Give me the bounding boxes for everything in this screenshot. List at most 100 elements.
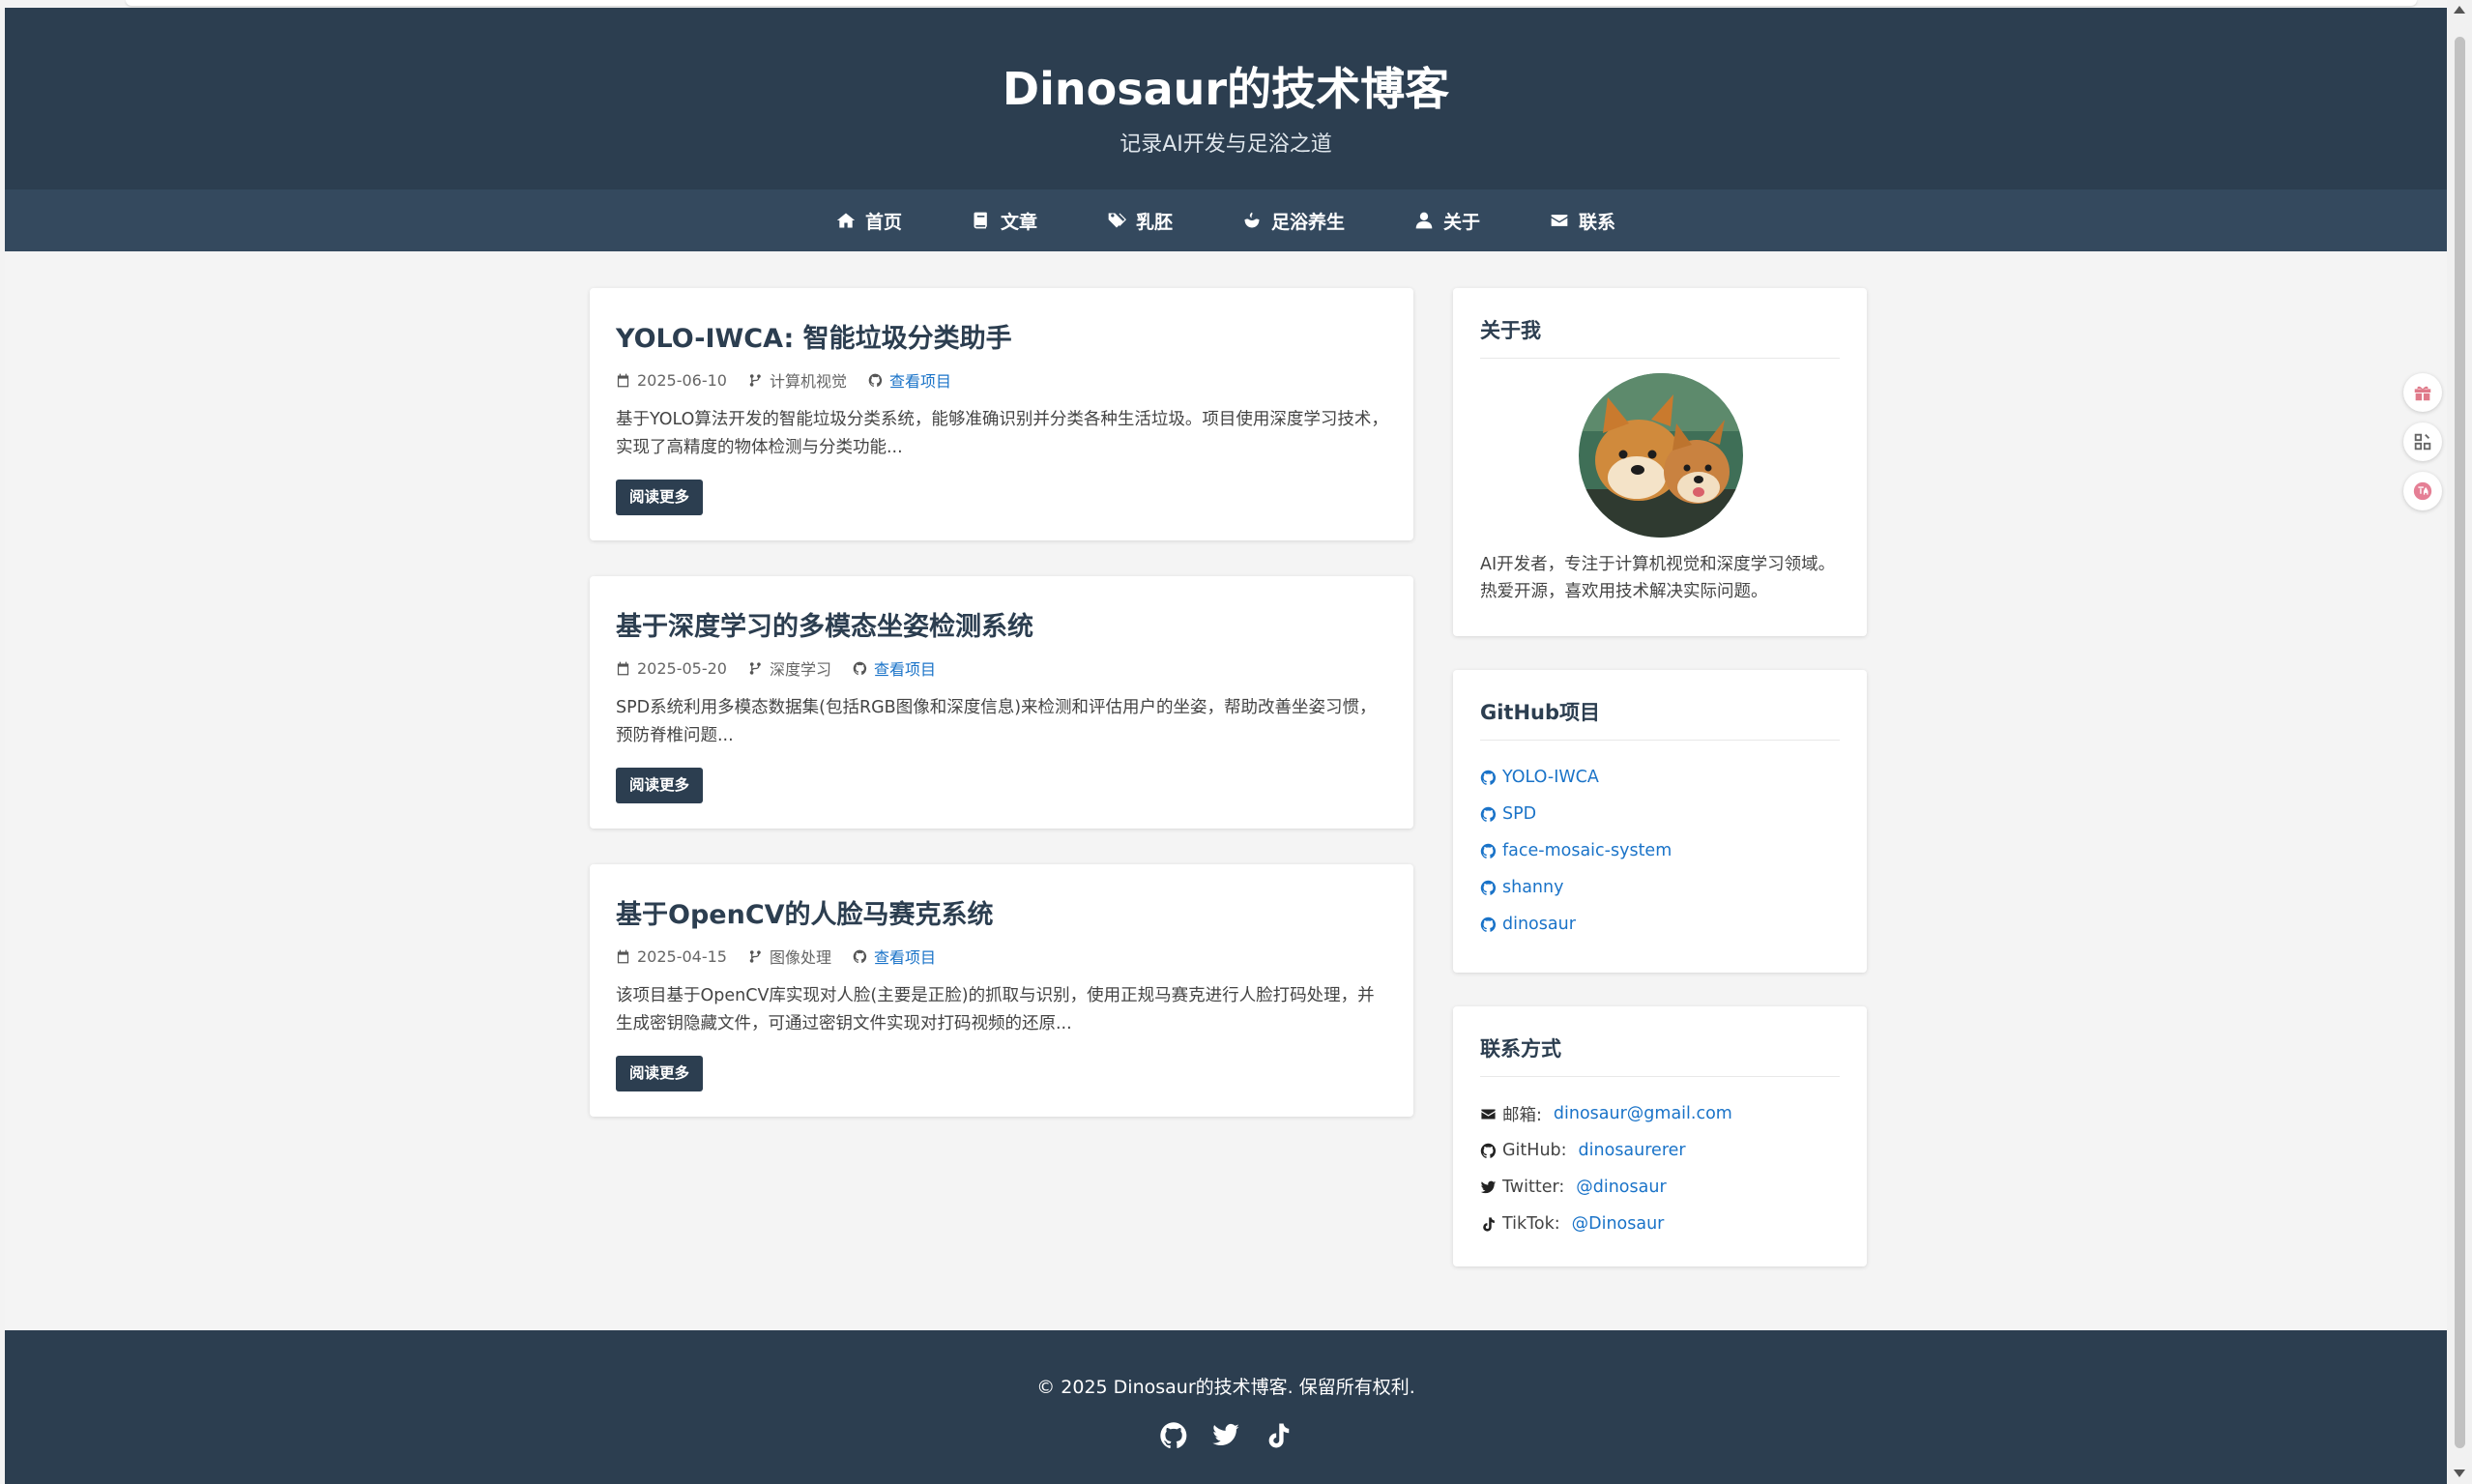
github-icon: [1480, 917, 1497, 932]
avatar: [1579, 373, 1743, 538]
foot-bath-icon: [1244, 212, 1260, 228]
github-icon: [1480, 770, 1497, 785]
post-title[interactable]: YOLO-IWCA: 智能垃圾分类助手: [616, 317, 1012, 355]
post-excerpt: 基于YOLO算法开发的智能垃圾分类系统，能够准确识别并分类各种生活垃圾。项目使用…: [616, 410, 1388, 457]
footer-social-links: [5, 1421, 2447, 1450]
nav-item-label: 乳胚: [1135, 211, 1173, 233]
code-branch-icon: [749, 661, 761, 675]
github-widget: GitHub项目 YOLO-IWCA SPD face-mosaic-syste…: [1453, 670, 1867, 973]
github-icon[interactable]: [1159, 1421, 1188, 1450]
nav-item-label: 关于: [1443, 211, 1481, 233]
scroll-up-arrow[interactable]: [2454, 6, 2465, 14]
gift-button[interactable]: [2403, 373, 2442, 412]
nav-item-label: 联系: [1579, 211, 1616, 233]
email-link[interactable]: dinosaur@gmail.com: [1554, 1104, 1732, 1123]
github-icon: [1480, 806, 1497, 822]
page: Dinosaur的技术博客 记录AI开发与足浴之道 首页 文章 乳胚 足浴养生 …: [5, 8, 2447, 1484]
nav-item-foot-bath[interactable]: 足浴养生: [1207, 208, 1380, 234]
nav-item-label: 首页: [864, 211, 902, 233]
site-subtitle: 记录AI开发与足浴之道: [1120, 132, 1332, 157]
about-text: AI开发者，专注于计算机视觉和深度学习领域。热爱开源，喜欢用技术解决实际问题。: [1480, 555, 1836, 601]
view-project-link[interactable]: 查看项目: [853, 656, 936, 680]
github-icon: [1480, 843, 1497, 858]
github-icon: [853, 949, 867, 963]
envelope-icon: [1551, 215, 1568, 226]
site-footer: © 2025 Dinosaur的技术博客. 保留所有权利.: [5, 1330, 2447, 1484]
read-more-button[interactable]: 阅读更多: [616, 480, 704, 515]
post-category: 计算机视觉: [748, 368, 847, 392]
github-project-link[interactable]: face-mosaic-system: [1480, 832, 1672, 869]
post-category: 图像处理: [748, 945, 831, 968]
calendar-icon: [617, 661, 629, 675]
twitter-link[interactable]: @dinosaur: [1576, 1178, 1666, 1197]
calendar-icon: [617, 949, 629, 963]
widget-title: 关于我: [1480, 315, 1840, 359]
github-icon: [1480, 880, 1497, 895]
post-date: 2025-04-15: [616, 947, 727, 966]
contact-tiktok: TikTok: @Dinosaur: [1480, 1206, 1732, 1242]
site-header: Dinosaur的技术博客 记录AI开发与足浴之道: [5, 8, 2447, 189]
gift-icon: [2414, 386, 2431, 401]
github-project-link[interactable]: SPD: [1480, 796, 1672, 832]
github-project-link[interactable]: dinosaur: [1480, 906, 1672, 943]
nav-item-contact[interactable]: 联系: [1515, 208, 1650, 234]
contact-github: GitHub: dinosaurerer: [1480, 1132, 1732, 1169]
user-icon: [1415, 212, 1433, 229]
tiktok-icon[interactable]: [1264, 1421, 1293, 1450]
post-meta: 2025-06-10 计算机视觉 查看项目: [616, 368, 973, 392]
nav-item-label: 文章: [1000, 211, 1037, 233]
site-title[interactable]: Dinosaur的技术博客: [5, 54, 2447, 118]
view-project-link[interactable]: 查看项目: [868, 368, 951, 392]
post-category: 深度学习: [748, 656, 831, 680]
read-more-button[interactable]: 阅读更多: [616, 768, 704, 803]
scroll-down-arrow[interactable]: [2454, 1469, 2465, 1477]
contact-twitter: Twitter: @dinosaur: [1480, 1169, 1732, 1206]
apps-button[interactable]: [2403, 422, 2442, 461]
github-icon: [853, 661, 867, 675]
github-icon: [868, 373, 883, 387]
github-project-link[interactable]: YOLO-IWCA: [1480, 759, 1672, 796]
tiktok-icon: [1483, 1216, 1495, 1232]
copyright-text: © 2025 Dinosaur的技术博客. 保留所有权利.: [1036, 1377, 1415, 1398]
post-meta: 2025-05-20 深度学习 查看项目: [616, 656, 957, 680]
book-icon: [974, 212, 987, 229]
post-card: 基于深度学习的多模态坐姿检测系统 2025-05-20 深度学习 查看项目 SP…: [590, 576, 1413, 829]
nav-item-articles[interactable]: 文章: [937, 208, 1072, 234]
github-icon: [1480, 1143, 1497, 1158]
nav-item-tags[interactable]: 乳胚: [1072, 208, 1207, 234]
view-project-link[interactable]: 查看项目: [853, 945, 936, 968]
github-project-list: YOLO-IWCA SPD face-mosaic-system shanny …: [1480, 759, 1672, 943]
nav-item-home[interactable]: 首页: [801, 208, 937, 234]
contact-widget: 联系方式 邮箱: dinosaur@gmail.com GitHub: dino…: [1453, 1006, 1867, 1266]
shiba-dogs-photo: [1579, 373, 1743, 538]
widget-title: GitHub项目: [1480, 697, 1840, 741]
translate-icon: [2413, 481, 2432, 501]
envelope-icon: [1481, 1109, 1496, 1119]
about-widget: 关于我 AI开发者，专注于计算机视觉和深度学习领域。热爱开源，喜欢用技术解决实际…: [1453, 288, 1867, 636]
contact-list: 邮箱: dinosaur@gmail.com GitHub: dinosaure…: [1480, 1095, 1732, 1242]
nav-item-label: 足浴养生: [1271, 211, 1346, 233]
tiktok-link[interactable]: @Dinosaur: [1572, 1214, 1665, 1234]
twitter-icon: [1480, 1180, 1497, 1193]
post-card: 基于OpenCV的人脸马赛克系统 2025-04-15 图像处理 查看项目 该项…: [590, 864, 1413, 1117]
twitter-icon[interactable]: [1211, 1421, 1240, 1450]
contact-email: 邮箱: dinosaur@gmail.com: [1480, 1095, 1732, 1132]
translate-button[interactable]: [2403, 472, 2442, 510]
post-card: YOLO-IWCA: 智能垃圾分类助手 2025-06-10 计算机视觉 查看项…: [590, 288, 1413, 540]
tags-icon: [1108, 213, 1126, 228]
post-title[interactable]: 基于OpenCV的人脸马赛克系统: [616, 893, 994, 931]
post-excerpt: SPD系统利用多模态数据集(包括RGB图像和深度信息)来检测和评估用户的坐姿，帮…: [616, 698, 1377, 745]
read-more-button[interactable]: 阅读更多: [616, 1056, 704, 1091]
browser-top-edge: [126, 0, 2417, 6]
nav-item-about[interactable]: 关于: [1380, 208, 1515, 234]
scrollbar-thumb[interactable]: [2455, 37, 2465, 1448]
post-date: 2025-06-10: [616, 371, 727, 390]
code-branch-icon: [749, 373, 761, 387]
post-title[interactable]: 基于深度学习的多模态坐姿检测系统: [616, 605, 1033, 643]
home-icon: [836, 213, 856, 228]
post-excerpt: 该项目基于OpenCV库实现对人脸(主要是正脸)的抓取与识别，使用正规马赛克进行…: [616, 986, 1375, 1033]
github-profile-link[interactable]: dinosaurerer: [1579, 1141, 1686, 1160]
github-project-link[interactable]: shanny: [1480, 869, 1672, 906]
code-branch-icon: [749, 949, 761, 963]
page-scrollbar[interactable]: [2447, 0, 2472, 1484]
